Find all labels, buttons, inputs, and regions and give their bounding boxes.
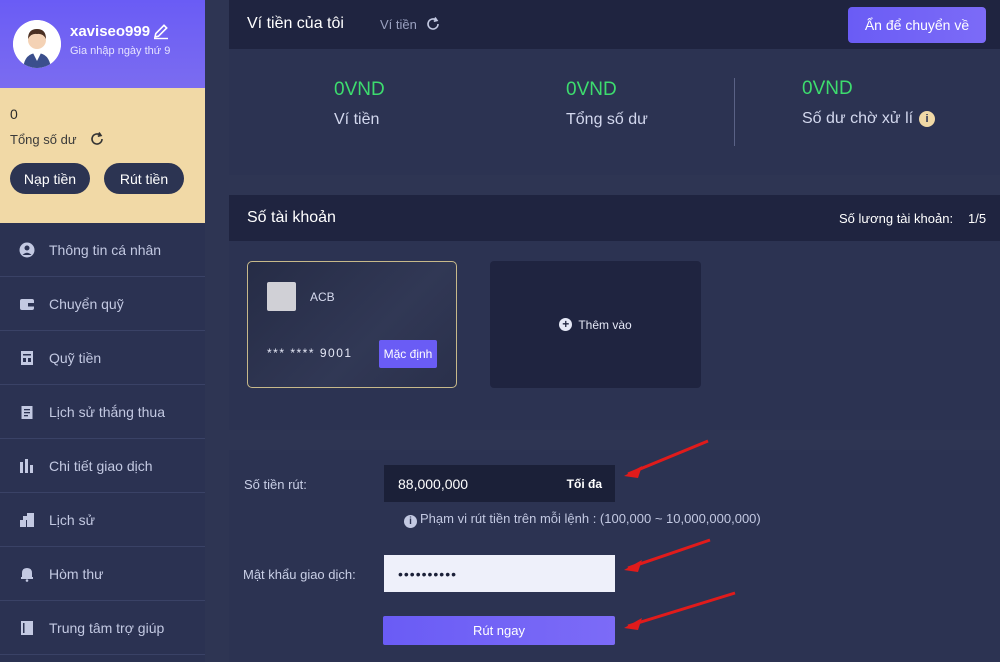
info-icon: i <box>404 515 417 528</box>
stat-wallet: 0VND Ví tiền <box>334 79 385 129</box>
sidebar-item-personal-info[interactable]: Thông tin cá nhân <box>0 223 205 277</box>
account-count: 1/5 <box>968 211 987 226</box>
stat-label: Ví tiền <box>334 111 380 128</box>
sidebar-item-label: Quỹ tiền <box>49 349 102 366</box>
annotation-arrow-icon <box>624 439 709 478</box>
page-title: Ví tiền của tôi <box>247 15 344 32</box>
balance-label: Tổng số dư <box>10 132 77 147</box>
joined-days: Gia nhập ngày thứ 9 <box>70 45 171 57</box>
stat-value: 0VND <box>334 79 385 100</box>
sidebar-item-win-loss-history[interactable]: Lịch sử thắng thua <box>0 385 205 439</box>
sidebar-item-label: Chi tiết giao dịch <box>49 457 153 474</box>
max-button[interactable]: Tối đa <box>567 477 615 491</box>
accounts-body: ACB *** **** 9001 Mặc định + Thêm vào <box>229 241 1000 430</box>
withdraw-now-button[interactable]: Rút ngay <box>383 616 615 645</box>
password-label: Mật khẩu giao dịch: <box>243 567 356 582</box>
balance-amount: 0 <box>10 106 18 122</box>
sidebar-item-label: Lịch sử <box>49 511 95 528</box>
chart-icon <box>20 458 33 473</box>
profile-header: xaviseo999 Gia nhập ngày thứ 9 <box>0 0 205 88</box>
plus-icon: + <box>559 318 573 331</box>
book-icon <box>21 620 33 635</box>
refresh-icon[interactable] <box>425 16 441 32</box>
stat-label: Tổng số dư <box>566 111 648 128</box>
sidebar-item-transaction-details[interactable]: Chi tiết giao dịch <box>0 439 205 493</box>
stat-label: Số dư chờ xử lí <box>802 110 914 127</box>
default-badge[interactable]: Mặc định <box>379 340 437 368</box>
annotation-arrow-icon <box>624 538 711 572</box>
stat-value: 0VND <box>566 79 617 100</box>
deposit-button[interactable]: Nạp tiền <box>10 163 90 194</box>
accounts-header: Số tài khoản Số lương tài khoản: 1/5 <box>229 195 1000 241</box>
bank-logo <box>267 282 296 311</box>
amount-label: Số tiền rút: <box>244 477 307 492</box>
range-note: i Phạm vi rút tiền trên mỗi lệnh : (100,0… <box>404 511 761 528</box>
info-icon[interactable]: i <box>919 111 936 127</box>
username: xaviseo999 <box>70 23 151 40</box>
withdraw-form: Số tiền rút: 88,000,000 Tối đa i Phạm vi … <box>229 450 1000 662</box>
fund-icon <box>21 350 33 365</box>
bank-name: ACB <box>310 290 335 304</box>
user-icon <box>19 242 35 257</box>
history-icon <box>20 512 34 527</box>
sidebar-item-label: Trung tâm trợ giúp <box>49 619 165 636</box>
sidebar-item-transfer[interactable]: Chuyển quỹ <box>0 277 205 331</box>
password-input[interactable]: •••••••••• <box>384 555 615 592</box>
sidebar-item-funds[interactable]: Quỹ tiền <box>0 331 205 385</box>
sidebar-nav: Thông tin cá nhân Chuyển quỹ Quỹ tiền Lị… <box>0 223 205 655</box>
card-number: *** **** 9001 <box>267 346 353 360</box>
add-account-label: Thêm vào <box>578 317 632 332</box>
accounts-title: Số tài khoản <box>247 209 336 226</box>
sidebar-item-history[interactable]: Lịch sử <box>0 493 205 547</box>
avatar[interactable] <box>13 20 61 68</box>
balance-box: 0 Tổng số dư Nạp tiền Rút tiền <box>0 88 205 223</box>
range-note-text: Phạm vi rút tiền trên mỗi lệnh : (100,00… <box>420 511 761 526</box>
annotation-arrow-icon <box>624 591 736 630</box>
sidebar-item-label: Hòm thư <box>49 565 104 582</box>
wallet-stats: 0VND Ví tiền 0VND Tổng số dư 0VND Số dư … <box>229 49 1000 175</box>
sidebar-item-mailbox[interactable]: Hòm thư <box>0 547 205 601</box>
amount-input[interactable]: 88,000,000 Tối đa <box>384 465 615 502</box>
stat-value: 0VND <box>802 78 853 99</box>
sidebar-item-label: Thông tin cá nhân <box>49 241 162 258</box>
mail-icon <box>21 567 33 582</box>
wallet-subtitle: Ví tiền <box>380 17 417 32</box>
wallet-icon <box>20 298 34 310</box>
edit-icon[interactable] <box>152 22 170 40</box>
hide-transfer-button[interactable]: Ẩn để chuyển về <box>848 7 986 43</box>
refresh-icon[interactable] <box>89 131 105 147</box>
add-account-button[interactable]: + Thêm vào <box>490 261 701 388</box>
amount-value: 88,000,000 <box>398 475 469 492</box>
stat-label-row: Số dư chờ xử lí i <box>802 110 936 128</box>
wallet-header: Ví tiền của tôi Ví tiền Ẩn để chuyển về <box>229 0 1000 49</box>
sidebar-item-help-center[interactable]: Trung tâm trợ giúp <box>0 601 205 655</box>
sidebar: xaviseo999 Gia nhập ngày thứ 9 0 Tổng số… <box>0 0 205 662</box>
stat-total-balance: 0VND Tổng số dư <box>566 79 648 129</box>
sidebar-item-label: Lịch sử thắng thua <box>49 403 166 420</box>
clipboard-icon <box>21 405 33 419</box>
withdraw-button[interactable]: Rút tiền <box>104 163 184 194</box>
sidebar-item-label: Chuyển quỹ <box>49 295 124 312</box>
divider <box>734 78 735 146</box>
account-count-label: Số lương tài khoản: <box>839 211 954 226</box>
bank-card[interactable]: ACB *** **** 9001 Mặc định <box>247 261 457 388</box>
stat-pending-balance: 0VND Số dư chờ xử lí i <box>802 78 936 128</box>
